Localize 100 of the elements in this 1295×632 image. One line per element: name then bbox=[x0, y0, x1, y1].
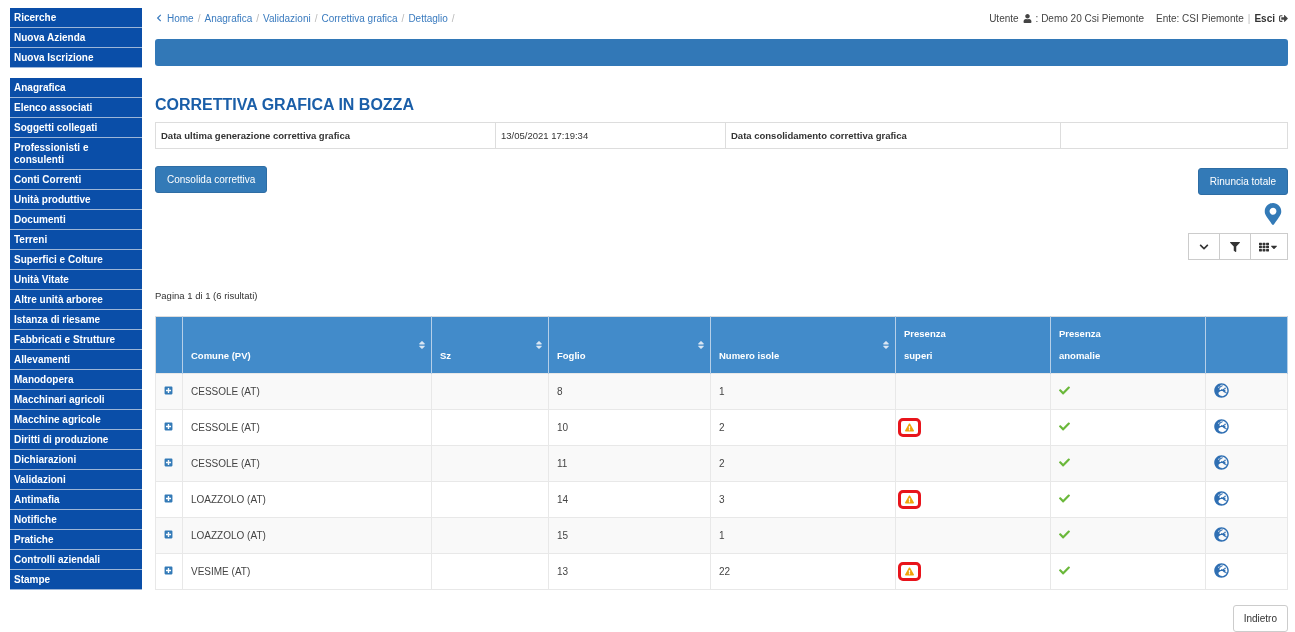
user-label: Utente bbox=[989, 12, 1019, 24]
sidebar-item[interactable]: Diritti di produzione bbox=[10, 430, 142, 450]
globe-icon[interactable] bbox=[1214, 527, 1229, 542]
breadcrumb-separator: / bbox=[256, 12, 260, 24]
sidebar-item[interactable]: Elenco associati bbox=[10, 98, 142, 118]
table-cell: 11 bbox=[548, 445, 711, 482]
expand-icon[interactable] bbox=[164, 530, 173, 539]
table-cell: VESIME (AT) bbox=[182, 553, 432, 590]
sort-icon[interactable] bbox=[881, 340, 891, 350]
sidebar-item[interactable]: Unità Vitate bbox=[10, 270, 142, 290]
header-cell bbox=[155, 316, 183, 374]
breadcrumb-separator: / bbox=[401, 12, 405, 24]
sidebar-item[interactable]: Documenti bbox=[10, 210, 142, 230]
breadcrumb-link[interactable]: Anagrafica bbox=[204, 12, 253, 24]
sidebar-item[interactable]: Istanza di riesame bbox=[10, 310, 142, 330]
sidebar-item[interactable]: Soggetti collegati bbox=[10, 118, 142, 138]
user-name: : Demo 20 Csi Piemonte bbox=[1035, 12, 1144, 24]
info-label: Data consolidamento correttiva grafica bbox=[726, 123, 1061, 148]
table-cell: 3 bbox=[710, 481, 896, 518]
table-cell: LOAZZOLO (AT) bbox=[182, 517, 432, 554]
sidebar-item[interactable]: Dichiarazioni bbox=[10, 450, 142, 470]
table-cell: 15 bbox=[548, 517, 711, 554]
back-chevron-icon bbox=[155, 14, 163, 23]
expand-icon[interactable] bbox=[164, 458, 173, 467]
sort-icon[interactable] bbox=[696, 340, 706, 350]
info-value: 13/05/2021 17:19:34 bbox=[496, 123, 726, 148]
table-cell: 2 bbox=[710, 445, 896, 482]
sort-icon[interactable] bbox=[417, 340, 427, 350]
sidebar-item[interactable]: Conti Correnti bbox=[10, 170, 142, 190]
consolidate-button[interactable]: Consolida correttiva bbox=[155, 166, 268, 193]
column-header: Presenza superi bbox=[895, 316, 1051, 374]
sidebar-item[interactable]: Fabbricati e Strutture bbox=[10, 330, 142, 350]
sort-icon[interactable] bbox=[534, 340, 544, 350]
column-header[interactable]: Sz bbox=[431, 316, 549, 374]
sidebar-item[interactable]: Stampe bbox=[10, 570, 142, 590]
info-label: Data ultima generazione correttiva grafica bbox=[156, 123, 496, 148]
sidebar-item[interactable]: Validazioni bbox=[10, 470, 142, 490]
table-cell: 22 bbox=[710, 553, 896, 590]
column-header: Presenza anomalie bbox=[1050, 316, 1206, 374]
breadcrumb-separator: / bbox=[314, 12, 318, 24]
columns-button[interactable] bbox=[1250, 233, 1288, 260]
column-header[interactable]: Numero isole bbox=[710, 316, 896, 374]
sidebar-item[interactable]: Macchine agricole bbox=[10, 410, 142, 430]
expand-icon[interactable] bbox=[164, 422, 173, 431]
sidebar-item[interactable]: Anagrafica bbox=[10, 78, 142, 98]
sidebar-item[interactable]: Notifiche bbox=[10, 510, 142, 530]
sidebar-item[interactable]: Altre unità arboree bbox=[10, 290, 142, 310]
ente-label: Ente: CSI Piemonte bbox=[1156, 12, 1244, 24]
table-cell: 13 bbox=[548, 553, 711, 590]
globe-icon[interactable] bbox=[1214, 455, 1229, 470]
sidebar-item[interactable]: Allevamenti bbox=[10, 350, 142, 370]
table-cell: CESSOLE (AT) bbox=[182, 445, 432, 482]
grid-icon bbox=[1259, 241, 1269, 252]
filter-button[interactable] bbox=[1219, 233, 1251, 260]
table-cell: CESSOLE (AT) bbox=[182, 373, 432, 410]
sidebar-item[interactable]: Ricerche bbox=[10, 8, 142, 28]
breadcrumb-link[interactable]: Home bbox=[167, 12, 194, 24]
pagination-info: Pagina 1 di 1 (6 risultati) bbox=[155, 290, 259, 301]
map-pin-icon[interactable] bbox=[1262, 203, 1284, 225]
sidebar-item[interactable]: Superfici e Colture bbox=[10, 250, 142, 270]
globe-icon[interactable] bbox=[1214, 491, 1229, 506]
breadcrumb-separator: / bbox=[197, 12, 201, 24]
sidebar-item[interactable]: Nuova Iscrizione bbox=[10, 48, 142, 68]
table-cell: 8 bbox=[548, 373, 711, 410]
breadcrumb-link[interactable]: Validazioni bbox=[263, 12, 311, 24]
separator: | bbox=[1247, 12, 1251, 24]
logout-link[interactable]: Esci bbox=[1254, 12, 1275, 24]
globe-icon[interactable] bbox=[1214, 419, 1229, 434]
renounce-button[interactable]: Rinuncia totale bbox=[1197, 168, 1288, 195]
breadcrumb-link[interactable]: Correttiva grafica bbox=[321, 12, 398, 24]
expand-icon[interactable] bbox=[164, 386, 173, 395]
sidebar-item[interactable]: Macchinari agricoli bbox=[10, 390, 142, 410]
column-header[interactable]: Foglio bbox=[548, 316, 711, 374]
page-title: CORRETTIVA GRAFICA IN BOZZA bbox=[155, 96, 415, 114]
sidebar-item[interactable]: Professionisti e consulenti bbox=[10, 138, 142, 170]
column-header[interactable]: Comune (PV) bbox=[182, 316, 432, 374]
sidebar-item[interactable]: Terreni bbox=[10, 230, 142, 250]
table-cell: 10 bbox=[548, 409, 711, 446]
table-cell: CESSOLE (AT) bbox=[182, 409, 432, 446]
sidebar-item[interactable]: Nuova Azienda bbox=[10, 28, 142, 48]
breadcrumb-separator: / bbox=[451, 12, 455, 24]
sidebar-item[interactable]: Unità produttive bbox=[10, 190, 142, 210]
filter-icon bbox=[1230, 241, 1240, 252]
globe-icon[interactable] bbox=[1214, 383, 1229, 398]
sidebar-item[interactable]: Antimafia bbox=[10, 490, 142, 510]
sidebar-item[interactable]: Pratiche bbox=[10, 530, 142, 550]
breadcrumb-link[interactable]: Dettaglio bbox=[408, 12, 448, 24]
sidebar-item[interactable]: Manodopera bbox=[10, 370, 142, 390]
back-button[interactable]: Indietro bbox=[1232, 605, 1288, 632]
table-cell: LOAZZOLO (AT) bbox=[182, 481, 432, 518]
sidebar-item[interactable]: Controlli aziendali bbox=[10, 550, 142, 570]
chevron-down-icon bbox=[1199, 241, 1209, 252]
expand-icon[interactable] bbox=[164, 566, 173, 575]
expand-icon[interactable] bbox=[164, 494, 173, 503]
table-cell: 1 bbox=[710, 517, 896, 554]
table-cell: 14 bbox=[548, 481, 711, 518]
table-cell: 2 bbox=[710, 409, 896, 446]
logout-icon[interactable] bbox=[1279, 13, 1288, 23]
globe-icon[interactable] bbox=[1214, 563, 1229, 578]
table-cell: 1 bbox=[710, 373, 896, 410]
